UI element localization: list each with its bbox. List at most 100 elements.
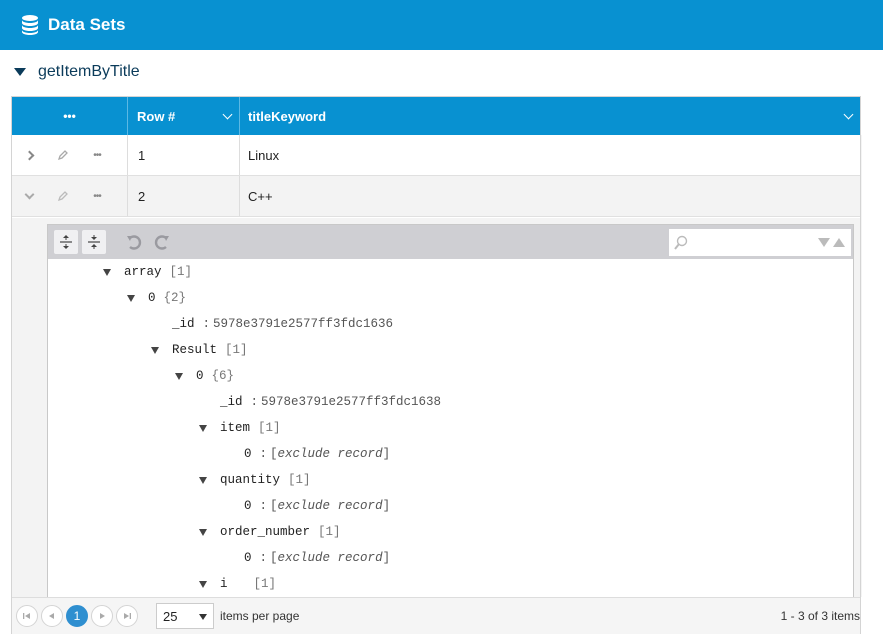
last-page-icon (124, 613, 131, 619)
chevron-down-icon[interactable] (222, 109, 233, 120)
expand-all-icon (60, 235, 72, 249)
tree-value[interactable]: 5978e3791e2577ff3fdc1636 (213, 317, 393, 331)
collapse-triangle-icon[interactable] (199, 476, 207, 484)
edit-row-button[interactable] (46, 176, 80, 217)
last-page-button[interactable] (116, 605, 138, 627)
row-actions: ••• (12, 135, 128, 175)
pencil-icon (57, 191, 68, 202)
database-icon (22, 15, 38, 35)
column-row-number-label: Row # (137, 108, 176, 124)
tree-count: [1] (253, 577, 277, 591)
tree-value-suffix: ] (382, 499, 391, 513)
search-next-button[interactable] (818, 238, 830, 247)
json-search-box (669, 229, 851, 256)
tree-value[interactable]: 5978e3791e2577ff3fdc1638 (261, 395, 441, 409)
tree-node[interactable]: _id : 5978e3791e2577ff3fdc1638 (220, 389, 441, 415)
dropdown-arrow-icon (199, 614, 207, 620)
tree-node[interactable]: i [1] (199, 571, 276, 597)
tree-value[interactable]: exclude record (278, 551, 383, 565)
previous-page-button[interactable] (41, 605, 63, 627)
collapse-row-button[interactable] (12, 176, 46, 217)
collapse-triangle-icon[interactable] (127, 294, 135, 302)
pager-range-label: 1 - 3 of 3 items (780, 609, 860, 623)
tree-separator: : (250, 395, 259, 409)
collapse-all-icon (88, 235, 100, 249)
items-per-page-label: items per page (220, 609, 300, 623)
tree-count: [1] (288, 473, 311, 487)
tree-node[interactable]: 0 : [exclude record] (244, 441, 390, 467)
grid-pager: 1 25 items per page 1 - 3 of 3 items (12, 597, 860, 634)
collapse-triangle-icon[interactable] (199, 580, 207, 588)
column-title-keyword-header[interactable]: titleKeyword (240, 97, 860, 135)
expand-all-button[interactable] (54, 230, 78, 254)
search-icon (674, 235, 688, 250)
tree-key: item (220, 421, 251, 435)
tree-value-prefix: [ (270, 551, 278, 565)
page-margin (862, 96, 883, 636)
tree-node[interactable]: _id : 5978e3791e2577ff3fdc1636 (172, 311, 393, 337)
json-search-input[interactable] (695, 235, 818, 250)
expand-row-button[interactable] (12, 135, 46, 176)
search-previous-button[interactable] (833, 238, 845, 247)
column-actions-label: ••• (63, 109, 76, 123)
collapse-all-button[interactable] (82, 230, 106, 254)
tree-node[interactable]: 0 : [exclude record] (244, 493, 390, 519)
column-actions-header[interactable]: ••• (12, 97, 128, 135)
page-button-current[interactable]: 1 (66, 605, 88, 627)
dataset-name: getItemByTitle (38, 63, 140, 80)
row-menu-button[interactable]: ••• (80, 176, 114, 217)
collapse-triangle-icon[interactable] (175, 372, 183, 380)
chevron-right-icon (24, 150, 34, 160)
row-number-cell: 1 (128, 135, 240, 175)
tree-count: [1] (169, 265, 193, 279)
row-menu-button[interactable]: ••• (80, 135, 114, 176)
tree-node[interactable]: 0 : [exclude record] (244, 545, 390, 571)
json-editor: array [1] 0 {2} _id : 5978e3791e2577ff3f… (47, 224, 854, 598)
more-icon: ••• (93, 149, 101, 161)
undo-button[interactable] (122, 230, 146, 254)
tree-node[interactable]: quantity [1] (199, 467, 311, 493)
tree-node[interactable]: item [1] (199, 415, 281, 441)
tree-value-prefix: [ (270, 447, 278, 461)
tree-value[interactable]: exclude record (278, 447, 383, 461)
tree-value[interactable]: exclude record (278, 499, 383, 513)
tree-key: _id (220, 395, 243, 409)
tree-node[interactable]: order_number [1] (199, 519, 341, 545)
tree-separator: : (202, 317, 211, 331)
page-size-select[interactable]: 25 (156, 603, 214, 629)
chevron-down-icon[interactable] (843, 109, 854, 120)
tree-count: {6} (211, 369, 235, 383)
tree-key: 0 (148, 291, 156, 305)
tree-key: 0 (196, 369, 204, 383)
chevron-down-icon (24, 189, 34, 199)
caret-down-icon (14, 68, 26, 76)
edit-row-button[interactable] (46, 135, 80, 176)
next-page-button[interactable] (91, 605, 113, 627)
dataset-toggle[interactable]: getItemByTitle (14, 60, 140, 84)
collapse-triangle-icon[interactable] (103, 268, 111, 276)
tree-node[interactable]: 0 {6} (175, 363, 234, 389)
tree-count: [1] (225, 343, 248, 357)
tree-key: array (124, 265, 162, 279)
row-actions: ••• (12, 176, 128, 216)
tree-separator: : (259, 551, 268, 565)
column-row-number-header[interactable]: Row # (128, 97, 240, 135)
title-keyword-cell: C++ (248, 188, 273, 204)
collapse-triangle-icon[interactable] (199, 528, 207, 536)
tree-key: i (220, 577, 228, 591)
collapse-triangle-icon[interactable] (199, 424, 207, 432)
first-page-button[interactable] (16, 605, 38, 627)
tree-node[interactable]: 0 {2} (127, 285, 186, 311)
table-row[interactable]: ••• 2 C++ (12, 176, 860, 217)
page-size-value: 25 (163, 608, 178, 624)
redo-button[interactable] (150, 230, 174, 254)
tree-value-suffix: ] (382, 447, 391, 461)
tree-node[interactable]: array [1] (103, 259, 192, 285)
table-row[interactable]: ••• 1 Linux (12, 135, 860, 176)
row-detail-panel: array [1] 0 {2} _id : 5978e3791e2577ff3f… (12, 218, 860, 598)
collapse-triangle-icon[interactable] (151, 346, 159, 354)
previous-page-icon (49, 613, 54, 619)
tree-key: Result (172, 343, 218, 357)
column-title-keyword-label: titleKeyword (248, 108, 327, 124)
tree-node[interactable]: Result [1] (151, 337, 248, 363)
